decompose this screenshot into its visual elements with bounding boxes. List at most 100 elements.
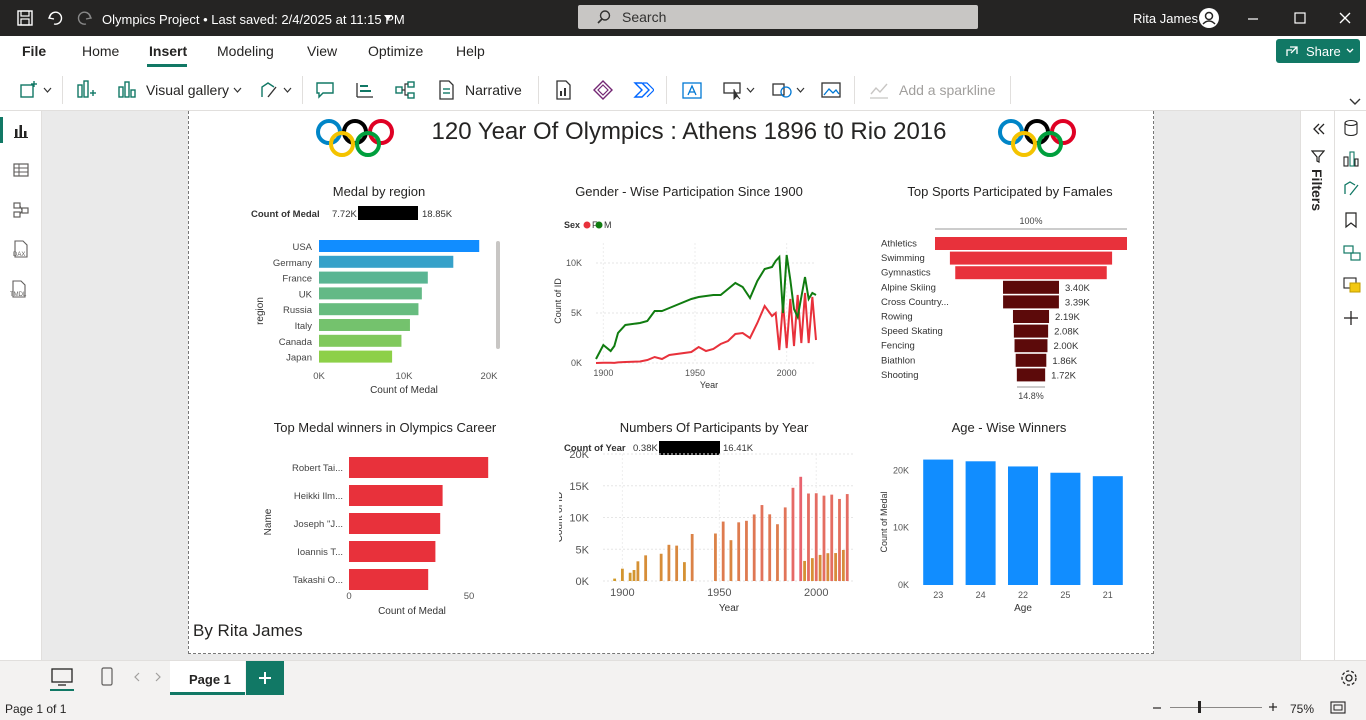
- region-label: USA: [292, 242, 312, 253]
- maximize-icon[interactable]: [1293, 11, 1307, 25]
- x-tick: 23: [933, 590, 943, 600]
- new-visual-icon[interactable]: [18, 79, 40, 101]
- tab-file[interactable]: File: [22, 43, 46, 59]
- table-view-icon[interactable]: [12, 161, 30, 179]
- custom-visual-icon[interactable]: [258, 79, 280, 101]
- visualizations-pane-icon[interactable]: [1342, 149, 1360, 167]
- year-bar: [760, 505, 764, 581]
- minimize-icon[interactable]: [1246, 12, 1260, 26]
- paginated-report-icon[interactable]: [552, 79, 574, 101]
- visual-gallery-icon[interactable]: [116, 79, 138, 101]
- filters-pane[interactable]: Filters: [1300, 111, 1334, 660]
- participants-by-year-chart[interactable]: Count of Year 0.38K 16.41K0K5K10K15K20K190…: [559, 437, 869, 637]
- filter-icon: [1311, 150, 1325, 163]
- expand-filters-icon[interactable]: [1310, 121, 1326, 137]
- data-pane-icon[interactable]: [1342, 119, 1360, 137]
- mobile-layout-icon[interactable]: [100, 666, 114, 688]
- desktop-layout-icon[interactable]: [50, 667, 74, 687]
- chevron-down-icon[interactable]: [283, 87, 292, 93]
- model-view-icon[interactable]: [12, 201, 30, 219]
- tab-insert[interactable]: Insert: [149, 43, 187, 59]
- report-view-icon[interactable]: [12, 121, 30, 139]
- view-switcher: DAX TMDL: [0, 111, 42, 660]
- narrative-button[interactable]: Narrative: [465, 82, 522, 98]
- avatar[interactable]: [1198, 7, 1220, 29]
- legend-title: Sex: [564, 220, 580, 230]
- page-tab-1[interactable]: Page 1: [170, 661, 245, 695]
- participants-by-year-title: Numbers Of Participants by Year: [619, 420, 809, 435]
- tab-modeling[interactable]: Modeling: [217, 43, 274, 59]
- zoom-in-icon[interactable]: [1268, 702, 1278, 712]
- zoom-slider-thumb[interactable]: [1198, 701, 1201, 713]
- athlete-label: Takashi O...: [293, 575, 343, 586]
- active-layout-indicator: [50, 689, 74, 691]
- athlete-bar: [349, 485, 443, 506]
- zoom-slider[interactable]: [1170, 707, 1262, 708]
- selection-pane-icon[interactable]: [1342, 275, 1362, 295]
- zoom-out-icon[interactable]: [1152, 703, 1162, 713]
- add-pane-icon[interactable]: [1342, 309, 1360, 327]
- save-icon[interactable]: [16, 9, 34, 27]
- prev-page-icon[interactable]: [132, 672, 142, 682]
- share-button[interactable]: Share: [1276, 39, 1360, 63]
- search-box[interactable]: Search: [578, 5, 978, 29]
- tab-home[interactable]: Home: [82, 43, 119, 59]
- sport-value-label: 2.19K: [1055, 312, 1080, 323]
- power-automate-icon[interactable]: [632, 79, 654, 101]
- format-pane-icon[interactable]: [1342, 179, 1360, 197]
- top-medal-winners-chart[interactable]: Robert Tai... Heikki Ilm... Joseph "J... Io…: [255, 437, 515, 637]
- tmdl-view-icon[interactable]: TMDL: [8, 279, 32, 301]
- bar-chart-icon[interactable]: [75, 79, 97, 101]
- age-bar: [1050, 472, 1081, 585]
- tab-optimize[interactable]: Optimize: [368, 43, 423, 59]
- x-tick: 2000: [777, 368, 797, 378]
- power-apps-icon[interactable]: [592, 79, 614, 101]
- sync-slicers-icon[interactable]: [1342, 243, 1362, 263]
- year-bar: [644, 555, 648, 581]
- next-page-icon[interactable]: [153, 672, 163, 682]
- top-sports-females-title: Top Sports Participated by Famales: [907, 184, 1113, 199]
- user-name: Rita James: [1133, 11, 1199, 26]
- age-wise-winners-chart[interactable]: 0K 10K 20K 23 24 22 25 21 Age Count of Medal: [877, 437, 1147, 637]
- qa-icon[interactable]: [314, 79, 336, 101]
- chevron-down-icon: [1346, 48, 1354, 53]
- dax-query-view-icon[interactable]: DAX: [10, 239, 32, 261]
- visual-gallery-button[interactable]: Visual gallery: [146, 82, 229, 98]
- year-bar: [807, 493, 810, 581]
- narrative-icon[interactable]: [435, 79, 457, 101]
- year-bar: [814, 493, 818, 581]
- buttons-icon[interactable]: [722, 79, 744, 101]
- chevron-down-icon[interactable]: [383, 14, 393, 22]
- chevron-down-icon[interactable]: [233, 87, 242, 93]
- x-tick: 1950: [685, 368, 705, 378]
- x-tick: 2000: [804, 587, 828, 599]
- settings-gear-icon[interactable]: [1339, 668, 1359, 688]
- medal-by-region-chart[interactable]: Count of Medal 7.72K 18.85K USA Germany Franc…: [239, 201, 519, 401]
- legend-min: 7.72K: [332, 209, 357, 220]
- fit-to-page-icon[interactable]: [1330, 701, 1346, 715]
- bookmarks-pane-icon[interactable]: [1342, 211, 1360, 229]
- close-icon[interactable]: [1338, 11, 1352, 25]
- x-tick: 1900: [593, 368, 613, 378]
- zoom-level: 75%: [1290, 702, 1315, 716]
- tab-view[interactable]: View: [307, 43, 337, 59]
- series-line-M: [595, 254, 817, 360]
- region-bar: [319, 319, 410, 331]
- decomposition-tree-icon[interactable]: [394, 79, 416, 101]
- key-influencers-icon[interactable]: [354, 79, 376, 101]
- tab-help[interactable]: Help: [456, 43, 485, 59]
- chevron-down-icon[interactable]: [746, 87, 755, 93]
- chevron-down-icon[interactable]: [43, 87, 52, 93]
- collapse-ribbon-icon[interactable]: [1349, 98, 1361, 106]
- report-footer: By Rita James: [193, 621, 303, 640]
- image-icon[interactable]: [820, 79, 842, 101]
- gender-participation-chart[interactable]: Sex F M0K5K10K1900 1950 2000YearCount of ID: [554, 201, 844, 401]
- chevron-down-icon[interactable]: [796, 87, 805, 93]
- shapes-icon[interactable]: [771, 79, 793, 101]
- text-box-icon[interactable]: [681, 79, 703, 101]
- add-page-button[interactable]: [246, 661, 284, 695]
- top-sports-females-chart[interactable]: 100% Athletics Swimming Gymnastics Alpine Sk…: [875, 201, 1150, 401]
- year-bar: [745, 520, 748, 581]
- redo-icon[interactable]: [76, 9, 94, 27]
- undo-icon[interactable]: [46, 9, 64, 27]
